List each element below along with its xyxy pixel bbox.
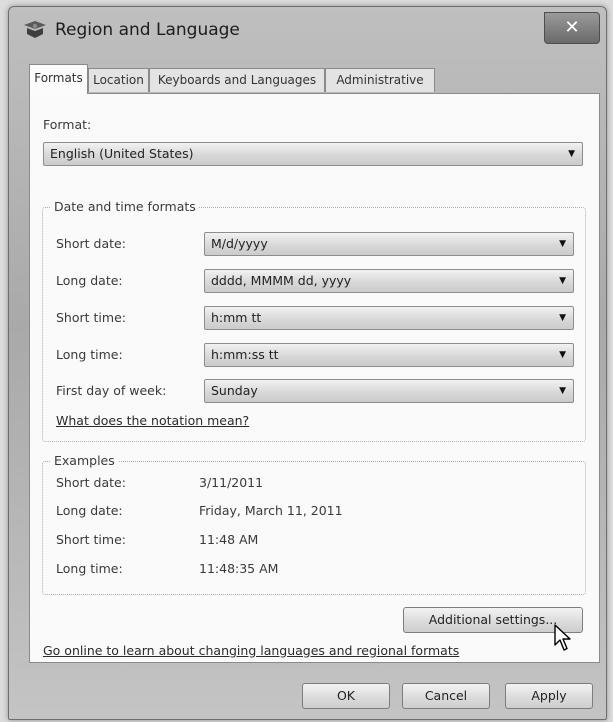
format-select[interactable]: English (United States) ▼	[43, 142, 583, 166]
example-long-time-label: Long time:	[56, 561, 123, 576]
short-date-value: M/d/yyyy	[211, 236, 268, 251]
examples-group: Examples Short date: 3/11/2011 Long date…	[42, 453, 586, 595]
apply-button[interactable]: Apply	[505, 683, 593, 709]
example-long-date-label: Long date:	[56, 503, 123, 518]
example-long-date-value: Friday, March 11, 2011	[199, 503, 343, 518]
format-select-value: English (United States)	[50, 146, 194, 161]
dialog-window: Region and Language ✕ Formats Location K…	[8, 6, 607, 720]
chevron-down-icon: ▼	[559, 276, 566, 286]
close-button[interactable]: ✕	[544, 12, 600, 44]
short-time-value: h:mm tt	[211, 310, 262, 325]
short-time-label: Short time:	[56, 310, 126, 325]
mouse-cursor-icon	[554, 624, 571, 651]
title-bar[interactable]: Region and Language ✕	[9, 7, 606, 53]
example-long-time-value: 11:48:35 AM	[199, 561, 279, 576]
tab-formats[interactable]: Formats	[29, 64, 88, 94]
first-day-select[interactable]: Sunday ▼	[204, 379, 574, 403]
long-time-value: h:mm:ss tt	[211, 347, 279, 362]
short-date-select[interactable]: M/d/yyyy ▼	[204, 232, 574, 256]
examples-legend: Examples	[51, 453, 118, 468]
tab-keyboards-and-languages[interactable]: Keyboards and Languages	[149, 68, 325, 92]
chevron-down-icon: ▼	[559, 350, 566, 360]
cancel-button[interactable]: Cancel	[402, 683, 490, 709]
long-date-select[interactable]: dddd, MMMM dd, yyyy ▼	[204, 269, 574, 293]
long-time-select[interactable]: h:mm:ss tt ▼	[204, 343, 574, 367]
chevron-down-icon: ▼	[559, 313, 566, 323]
ok-button[interactable]: OK	[302, 683, 390, 709]
first-day-value: Sunday	[211, 383, 258, 398]
example-short-time-label: Short time:	[56, 532, 126, 547]
tab-location[interactable]: Location	[88, 68, 149, 92]
region-language-icon	[24, 21, 46, 38]
example-short-date-value: 3/11/2011	[199, 475, 264, 490]
short-date-label: Short date:	[56, 236, 126, 251]
close-icon: ✕	[564, 17, 580, 38]
date-time-formats-group: Date and time formats Short date: M/d/yy…	[42, 199, 586, 442]
chevron-down-icon: ▼	[559, 239, 566, 249]
online-help-link[interactable]: Go online to learn about changing langua…	[43, 643, 459, 658]
short-time-select[interactable]: h:mm tt ▼	[204, 306, 574, 330]
long-time-label: Long time:	[56, 347, 123, 362]
window-title: Region and Language	[55, 20, 240, 40]
first-day-label: First day of week:	[56, 383, 167, 398]
date-time-formats-legend: Date and time formats	[51, 199, 199, 214]
example-short-date-label: Short date:	[56, 475, 126, 490]
format-label: Format:	[43, 117, 92, 132]
long-date-label: Long date:	[56, 273, 123, 288]
chevron-down-icon: ▼	[568, 149, 575, 159]
tab-administrative[interactable]: Administrative	[325, 68, 435, 92]
example-short-time-value: 11:48 AM	[199, 532, 259, 547]
formats-panel: Format: English (United States) ▼ Date a…	[29, 93, 600, 663]
notation-help-link[interactable]: What does the notation mean?	[56, 413, 249, 428]
long-date-value: dddd, MMMM dd, yyyy	[211, 273, 352, 288]
chevron-down-icon: ▼	[559, 386, 566, 396]
